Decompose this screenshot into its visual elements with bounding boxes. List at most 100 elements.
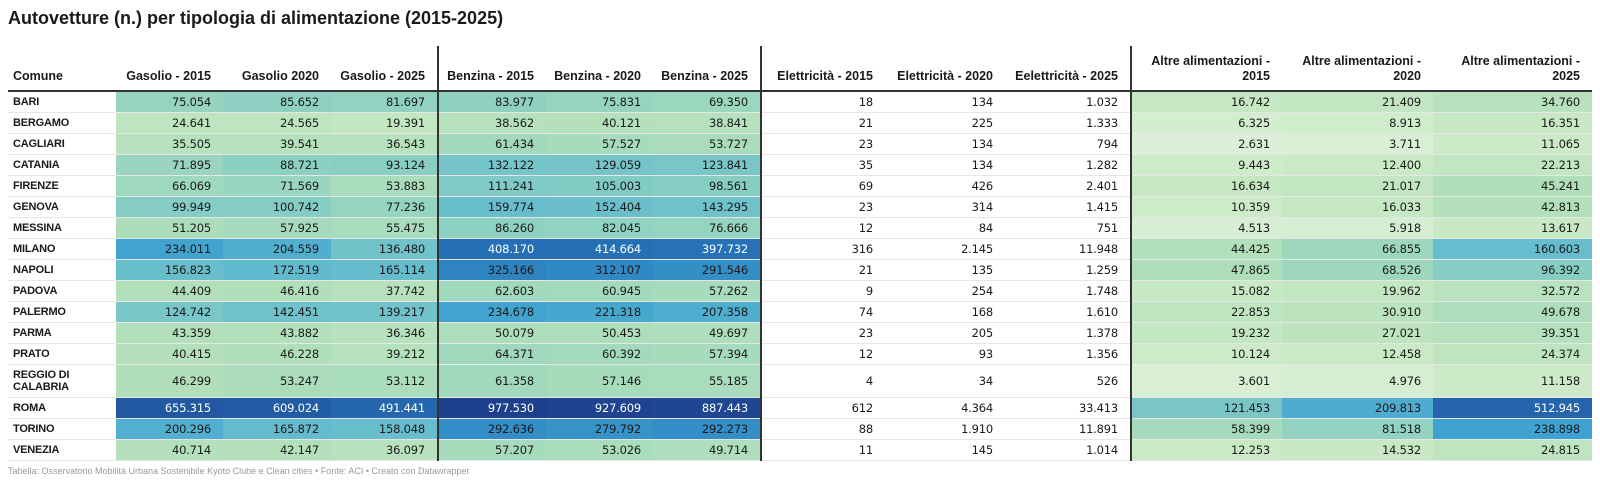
value-cell: 88.721 <box>223 154 331 176</box>
value-cell: 1.415 <box>1005 196 1132 218</box>
value-cell: 11.065 <box>1433 133 1592 155</box>
value-cell: 68.526 <box>1282 259 1433 281</box>
value-cell: 751 <box>1005 217 1132 239</box>
value-cell: 45.241 <box>1433 175 1592 197</box>
value-cell: 1.032 <box>1005 91 1132 113</box>
value-cell: 43.882 <box>223 322 331 344</box>
value-cell: 2.401 <box>1005 175 1132 197</box>
value-cell: 139.217 <box>331 301 439 323</box>
value-cell: 99.949 <box>116 196 223 218</box>
column-header[interactable]: Elettricità - 2015 <box>761 46 885 92</box>
comune-cell: MESSINA <box>8 217 116 239</box>
value-cell: 655.315 <box>116 397 223 419</box>
value-cell: 312.107 <box>546 259 653 281</box>
value-cell: 38.841 <box>653 112 762 134</box>
value-cell: 62.603 <box>438 280 546 302</box>
value-cell: 44.425 <box>1131 238 1282 260</box>
value-cell: 39.541 <box>223 133 331 155</box>
value-cell: 60.945 <box>546 280 653 302</box>
value-cell: 93 <box>885 343 1005 365</box>
table-row: MESSINA 51.205 57.925 55.475 86.260 82.045 76.… <box>8 217 1592 239</box>
value-cell: 50.453 <box>546 322 653 344</box>
value-cell: 204.559 <box>223 238 331 260</box>
value-cell: 88 <box>761 418 885 440</box>
table-row: BERGAMO 24.641 24.565 19.391 38.562 40.121 38.… <box>8 112 1592 134</box>
comune-cell: MILANO <box>8 238 116 260</box>
value-cell: 49.697 <box>653 322 762 344</box>
column-header[interactable]: Benzina - 2025 <box>653 46 762 92</box>
column-header[interactable]: Benzina - 2020 <box>546 46 653 92</box>
value-cell: 129.059 <box>546 154 653 176</box>
value-cell: 53.727 <box>653 133 762 155</box>
comune-cell: NAPOLI <box>8 259 116 281</box>
value-cell: 71.569 <box>223 175 331 197</box>
value-cell: 111.241 <box>438 175 546 197</box>
value-cell: 40.415 <box>116 343 223 365</box>
value-cell: 3.711 <box>1282 133 1433 155</box>
value-cell: 142.451 <box>223 301 331 323</box>
value-cell: 81.697 <box>331 91 439 113</box>
comune-cell: REGGIO DI CALABRIA <box>8 364 116 398</box>
value-cell: 16.634 <box>1131 175 1282 197</box>
value-cell: 38.562 <box>438 112 546 134</box>
column-header[interactable]: Gasolio - 2025 <box>331 46 439 92</box>
table-row: PARMA 43.359 43.882 36.346 50.079 50.453 49.69… <box>8 322 1592 344</box>
value-cell: 2.631 <box>1131 133 1282 155</box>
value-cell: 50.079 <box>438 322 546 344</box>
value-cell: 16.033 <box>1282 196 1433 218</box>
column-header[interactable]: Gasolio 2020 <box>223 46 331 92</box>
value-cell: 23 <box>761 133 885 155</box>
value-cell: 225 <box>885 112 1005 134</box>
value-cell: 46.416 <box>223 280 331 302</box>
value-cell: 24.815 <box>1433 439 1592 461</box>
value-cell: 11.891 <box>1005 418 1132 440</box>
value-cell: 66.069 <box>116 175 223 197</box>
value-cell: 1.014 <box>1005 439 1132 461</box>
column-header[interactable]: Altre alimentazioni - 2025 <box>1433 46 1592 92</box>
value-cell: 96.392 <box>1433 259 1592 281</box>
value-cell: 1.333 <box>1005 112 1132 134</box>
value-cell: 46.228 <box>223 343 331 365</box>
value-cell: 158.048 <box>331 418 439 440</box>
value-cell: 4.364 <box>885 397 1005 419</box>
value-cell: 205 <box>885 322 1005 344</box>
value-cell: 23 <box>761 196 885 218</box>
table-row: VENEZIA 40.714 42.147 36.097 57.207 53.026 49.… <box>8 439 1592 461</box>
value-cell: 57.527 <box>546 133 653 155</box>
value-cell: 11.948 <box>1005 238 1132 260</box>
value-cell: 887.443 <box>653 397 762 419</box>
value-cell: 291.546 <box>653 259 762 281</box>
value-cell: 314 <box>885 196 1005 218</box>
value-cell: 209.813 <box>1282 397 1433 419</box>
value-cell: 10.124 <box>1131 343 1282 365</box>
value-cell: 160.603 <box>1433 238 1592 260</box>
column-header[interactable]: Altre alimentazioni - 2020 <box>1282 46 1433 92</box>
value-cell: 612 <box>761 397 885 419</box>
column-header[interactable]: Elettricità - 2020 <box>885 46 1005 92</box>
value-cell: 36.543 <box>331 133 439 155</box>
value-cell: 977.530 <box>438 397 546 419</box>
column-header[interactable]: Comune <box>8 46 116 92</box>
value-cell: 491.441 <box>331 397 439 419</box>
value-cell: 124.742 <box>116 301 223 323</box>
value-cell: 12.458 <box>1282 343 1433 365</box>
column-header[interactable]: Gasolio - 2015 <box>116 46 223 92</box>
comune-cell: PALERMO <box>8 301 116 323</box>
value-cell: 53.883 <box>331 175 439 197</box>
value-cell: 40.714 <box>116 439 223 461</box>
value-cell: 66.855 <box>1282 238 1433 260</box>
value-cell: 134 <box>885 133 1005 155</box>
value-cell: 254 <box>885 280 1005 302</box>
value-cell: 42.813 <box>1433 196 1592 218</box>
value-cell: 55.475 <box>331 217 439 239</box>
column-header[interactable]: Benzina - 2015 <box>438 46 546 92</box>
value-cell: 57.394 <box>653 343 762 365</box>
value-cell: 5.918 <box>1282 217 1433 239</box>
value-cell: 69 <box>761 175 885 197</box>
column-header[interactable]: Altre alimentazioni - 2015 <box>1131 46 1282 92</box>
column-header[interactable]: Eelettricità - 2025 <box>1005 46 1132 92</box>
value-cell: 6.325 <box>1131 112 1282 134</box>
value-cell: 37.742 <box>331 280 439 302</box>
comune-cell: CATANIA <box>8 154 116 176</box>
comune-cell: PADOVA <box>8 280 116 302</box>
